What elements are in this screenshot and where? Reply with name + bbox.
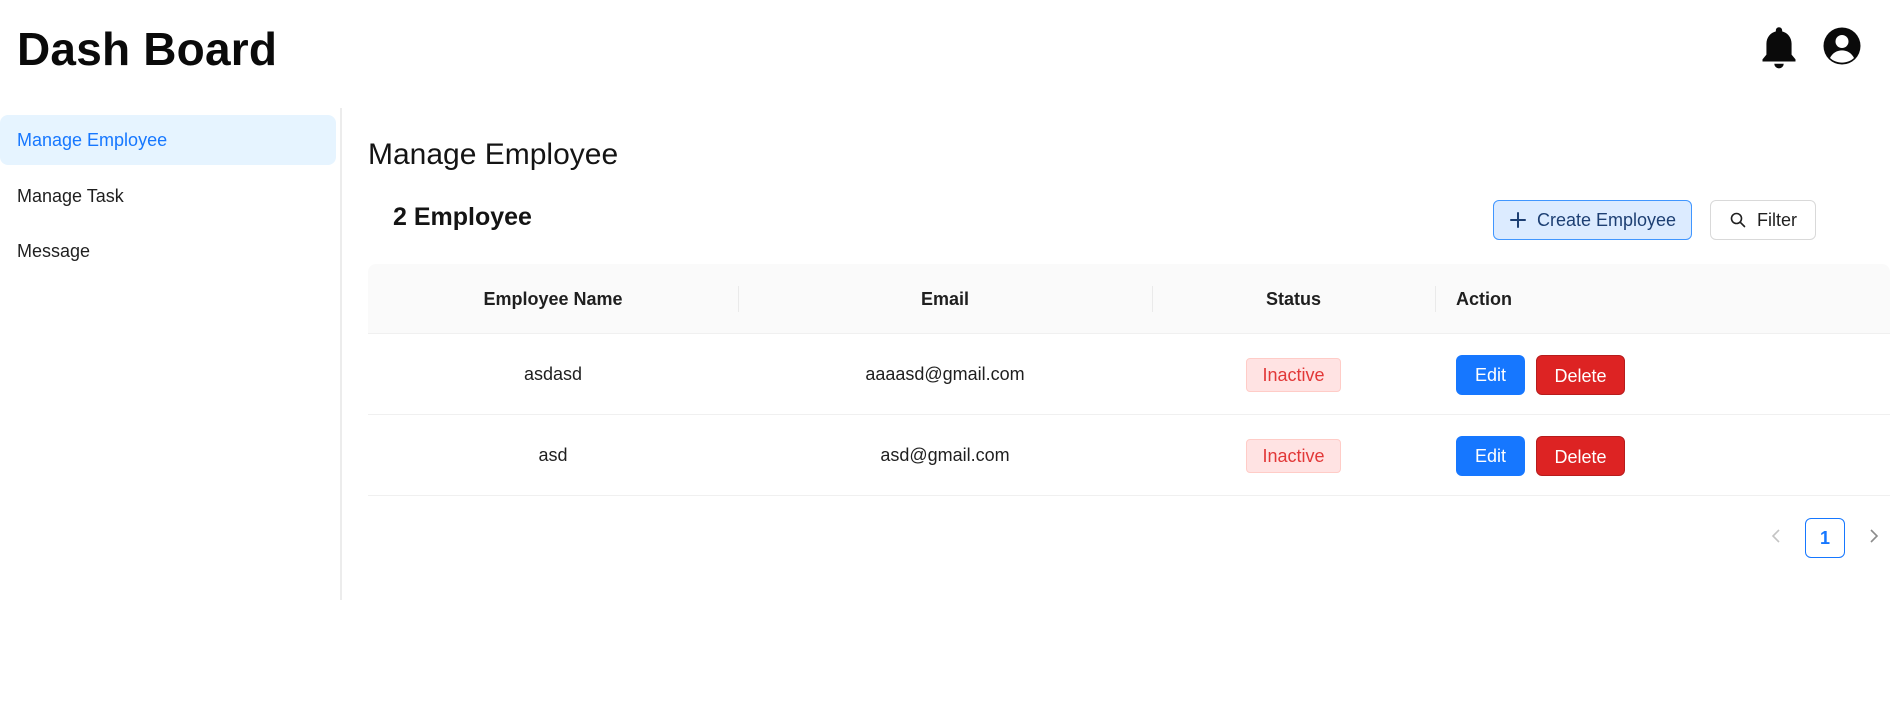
employee-name-cell: asdasd	[523, 364, 583, 384]
page-title: Manage Employee	[368, 138, 619, 171]
table-row: asd asd@gmail.com Inactive Edit Delete	[368, 415, 1890, 496]
create-employee-label: Create Employee	[1536, 209, 1677, 230]
delete-button[interactable]: Delete	[1536, 355, 1625, 395]
column-header-email[interactable]: Email	[738, 264, 1152, 334]
edit-button[interactable]: Edit	[1456, 436, 1525, 476]
column-header-status[interactable]: Status	[1152, 264, 1435, 334]
employee-count: 2 Employee	[393, 203, 532, 231]
table-row: asdasd aaaasd@gmail.com Inactive Edit De…	[368, 334, 1890, 415]
pagination-page[interactable]: 1	[1805, 518, 1845, 558]
sidebar-item-message[interactable]: Message	[0, 226, 336, 276]
user-avatar-icon[interactable]	[1822, 26, 1862, 66]
sidebar-item-manage-employee[interactable]: Manage Employee	[0, 115, 336, 165]
column-header-name[interactable]: Employee Name	[368, 264, 738, 334]
filter-label: Filter	[1757, 209, 1797, 230]
column-header-action[interactable]: Action	[1456, 264, 1512, 334]
status-badge: Inactive	[1246, 358, 1341, 393]
app-title: Dash Board	[17, 23, 278, 75]
status-cell: Inactive	[1152, 334, 1435, 415]
delete-button[interactable]: Delete	[1536, 436, 1625, 476]
sidebar-item-manage-task[interactable]: Manage Task	[0, 171, 336, 221]
status-badge: Inactive	[1246, 439, 1341, 474]
create-employee-button[interactable]: Create Employee	[1493, 200, 1692, 240]
employee-email-cell: aaaasd@gmail.com	[865, 364, 1025, 384]
edit-button[interactable]: Edit	[1456, 355, 1525, 395]
pagination-prev-icon[interactable]	[1764, 524, 1788, 548]
bell-icon[interactable]	[1760, 26, 1798, 70]
pagination-next-icon[interactable]	[1862, 524, 1886, 548]
sidebar: Manage Employee Manage Task Message	[0, 108, 342, 600]
employee-email-cell: asd@gmail.com	[880, 445, 1010, 465]
plus-icon	[1509, 212, 1526, 228]
filter-button[interactable]: Filter	[1710, 200, 1816, 240]
status-cell: Inactive	[1152, 415, 1435, 496]
employee-name-cell: asd	[538, 445, 568, 465]
column-divider	[1435, 286, 1436, 312]
search-icon	[1730, 212, 1746, 228]
table-header: Employee Name Email Status Action	[368, 264, 1890, 334]
employee-table: Employee Name Email Status Action asdasd…	[368, 264, 1890, 496]
